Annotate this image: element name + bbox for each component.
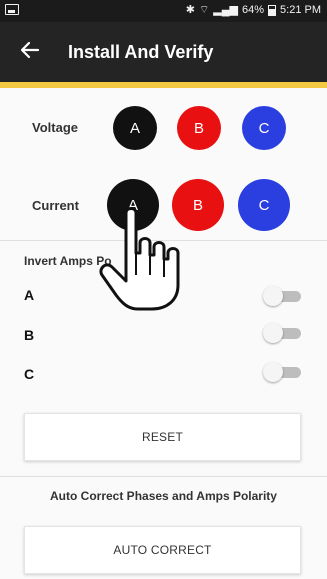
invert-b-toggle[interactable] (263, 323, 301, 343)
accent-divider (0, 82, 327, 88)
current-phase-a-button[interactable]: A (107, 179, 159, 231)
app-bar: Install And Verify (0, 22, 327, 82)
clock: 5:21 PM (280, 4, 321, 16)
invert-amps-title: Invert Amps Po (24, 254, 112, 268)
section-divider (0, 240, 327, 241)
toggle-label-c: C (24, 366, 35, 382)
status-indicators: ✱ ⌔ ▂▄▆ 64% 5:21 PM (186, 4, 321, 16)
current-label: Current (32, 198, 79, 213)
voltage-phase-b-button[interactable]: B (177, 106, 221, 150)
invert-c-toggle[interactable] (263, 362, 301, 382)
current-phase-b-button[interactable]: B (172, 179, 224, 231)
invert-a-toggle[interactable] (263, 286, 301, 306)
toggle-knob (263, 362, 283, 382)
toggle-label-b: B (24, 327, 35, 343)
auto-correct-button[interactable]: AUTO CORRECT (24, 526, 301, 574)
wifi-icon: ⌔ (198, 4, 210, 16)
voltage-row: Voltage A B C (0, 98, 327, 158)
voltage-phase-a-button[interactable]: A (113, 106, 157, 150)
current-row: Current A B C (0, 175, 327, 235)
voltage-label: Voltage (32, 120, 78, 135)
signal-icon: ▂▄▆ (213, 4, 238, 16)
current-phase-c-button[interactable]: C (238, 179, 290, 231)
toggle-knob (263, 286, 283, 306)
bluetooth-icon: ✱ (185, 4, 195, 16)
back-arrow-icon[interactable] (18, 38, 42, 62)
voltage-phase-c-button[interactable]: C (242, 106, 286, 150)
section-divider (0, 476, 327, 477)
auto-correct-caption: Auto Correct Phases and Amps Polarity (50, 489, 277, 503)
image-icon (5, 4, 19, 15)
toggle-label-a: A (24, 287, 35, 303)
reset-button[interactable]: RESET (24, 413, 301, 461)
toggle-knob (263, 323, 283, 343)
battery-percent: 64% (242, 4, 265, 16)
status-bar: ✱ ⌔ ▂▄▆ 64% 5:21 PM (0, 0, 327, 22)
battery-icon (268, 4, 277, 16)
page-title: Install And Verify (68, 42, 214, 62)
